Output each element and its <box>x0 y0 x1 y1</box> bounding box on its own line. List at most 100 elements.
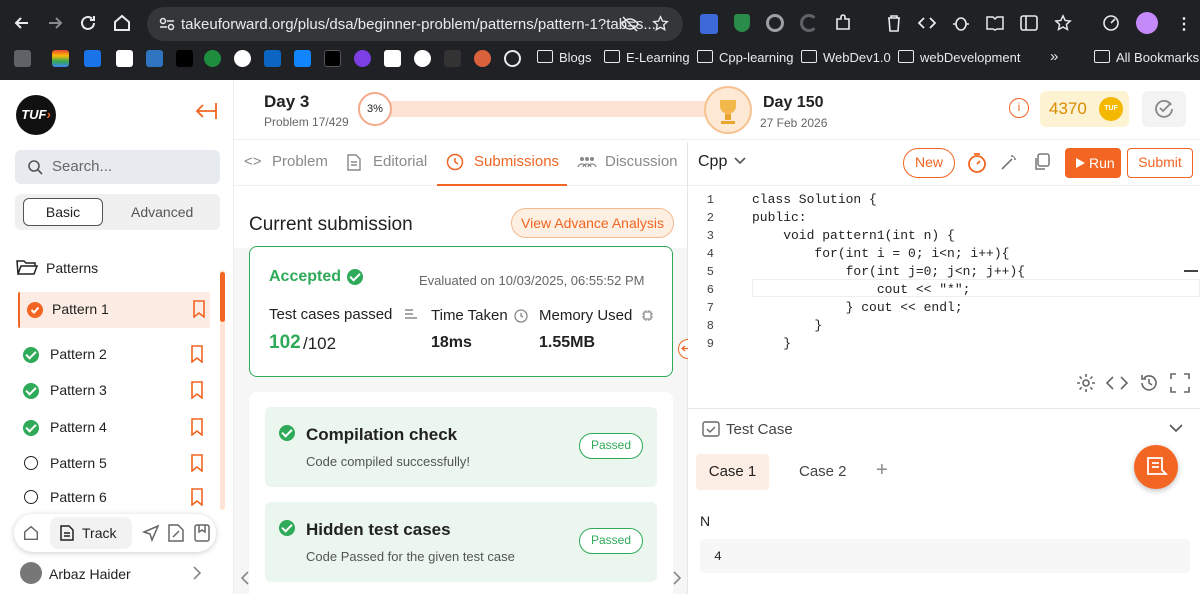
extension-icon[interactable] <box>700 14 718 34</box>
bookmark-icon[interactable] <box>190 488 204 506</box>
bookmark-v-icon[interactable] <box>234 50 251 67</box>
code-line[interactable]: } cout << endl; <box>752 300 963 315</box>
code-line[interactable]: } <box>752 336 791 351</box>
code-line[interactable]: for(int i = 0; i<n; i++){ <box>752 246 1009 261</box>
openai-icon[interactable] <box>504 50 521 67</box>
feedback-fab[interactable] <box>1134 445 1178 489</box>
sidebar-item-pattern-6[interactable]: Pattern 6 <box>18 480 210 516</box>
reload-icon[interactable] <box>78 13 98 33</box>
code-line[interactable]: class Solution { <box>752 192 877 207</box>
apps-grid-icon[interactable] <box>14 50 31 67</box>
bluesky-icon[interactable] <box>294 50 311 67</box>
sidebar-item-pattern-3[interactable]: Pattern 3 <box>18 373 210 409</box>
eye-off-icon[interactable] <box>621 16 639 32</box>
code-line[interactable]: } <box>752 318 822 333</box>
tuf-logo[interactable]: TUF› <box>16 95 56 135</box>
code-line[interactable]: cout << "*"; <box>752 282 971 297</box>
sidepanel-icon[interactable] <box>1020 14 1038 32</box>
code-editor[interactable]: 1 class Solution { 2 public: 3 void patt… <box>688 186 1200 360</box>
circle-extension-icon[interactable] <box>766 14 784 32</box>
bookmark-blogs[interactable]: Blogs <box>559 50 592 65</box>
bookmark-a-icon[interactable] <box>444 50 461 67</box>
copy-icon[interactable] <box>1033 153 1051 171</box>
section-title[interactable]: Patterns <box>46 260 98 276</box>
bookmark-webdevelopment[interactable]: webDevelopment <box>920 50 1020 65</box>
star-icon[interactable] <box>652 15 669 32</box>
address-bar[interactable]: takeuforward.org/plus/dsa/beginner-probl… <box>147 7 683 41</box>
puzzle-icon[interactable] <box>834 14 852 32</box>
case-tab-2[interactable]: Case 2 <box>799 463 847 480</box>
fullscreen-icon[interactable] <box>1170 373 1190 393</box>
sidebar-item-pattern-4[interactable]: Pattern 4 <box>18 410 210 446</box>
timer-icon[interactable] <box>966 152 988 174</box>
bookmark-icon[interactable] <box>190 345 204 363</box>
language-select[interactable]: Cpp <box>698 153 727 171</box>
bug-icon[interactable] <box>952 14 970 32</box>
info-icon[interactable]: i <box>1009 98 1029 118</box>
chevron-down-icon[interactable] <box>1169 424 1183 433</box>
bookmark-purple-icon[interactable] <box>354 50 371 67</box>
tab-submissions[interactable]: Submissions <box>437 142 567 186</box>
url-text[interactable]: takeuforward.org/plus/dsa/beginner-probl… <box>181 16 656 33</box>
coins-badge[interactable]: 4370 TUF <box>1040 91 1129 127</box>
reading-icon[interactable] <box>986 14 1004 32</box>
bookmark-elearning[interactable]: E-Learning <box>626 50 690 65</box>
bookmark-icon[interactable] <box>190 418 204 436</box>
complete-button[interactable] <box>1142 91 1186 127</box>
bookmark-green-icon[interactable] <box>204 50 221 67</box>
scrollbar-thumb[interactable] <box>220 272 225 322</box>
sidebar-item-pattern-1[interactable]: Pattern 1 <box>18 292 210 328</box>
chevron-right-icon[interactable] <box>672 571 682 585</box>
tab-editorial[interactable]: Editorial <box>343 142 433 186</box>
scrollbar-track[interactable] <box>220 270 225 510</box>
send-icon[interactable] <box>142 524 160 542</box>
sidebar-item-pattern-2[interactable]: Pattern 2 <box>18 337 210 373</box>
bookmark-burst-icon[interactable] <box>474 50 491 67</box>
shield-extension-icon[interactable] <box>734 14 750 32</box>
bookmark-panel-icon[interactable] <box>194 524 210 542</box>
sidebar-item-pattern-5[interactable]: Pattern 5 <box>18 446 210 482</box>
chevron-right-icon[interactable] <box>192 566 202 580</box>
bookmark-cpp-learning[interactable]: Cpp-learning <box>719 50 793 65</box>
param-input[interactable]: 4 <box>700 539 1190 573</box>
home-icon[interactable] <box>22 524 40 542</box>
bookmark-icon[interactable] <box>190 381 204 399</box>
google-apps-icon[interactable] <box>52 50 69 67</box>
tab-problem[interactable]: <> Problem <box>242 142 337 186</box>
run-button[interactable]: Run <box>1065 148 1121 178</box>
trash-icon[interactable] <box>886 14 902 32</box>
bookmark-star-icon[interactable] <box>1054 14 1072 32</box>
view-analysis-button[interactable]: View Advance Analysis <box>511 208 674 238</box>
bookmark-wp-icon[interactable] <box>146 50 163 67</box>
more-icon[interactable]: ⋮ <box>1176 14 1192 34</box>
settings-gear-icon[interactable] <box>1076 373 1096 393</box>
chevron-left-icon[interactable] <box>240 571 250 585</box>
case-tab-1[interactable]: Case 1 <box>696 454 769 490</box>
code-line[interactable]: void pattern1(int n) { <box>752 228 955 243</box>
submit-button[interactable]: Submit <box>1127 148 1193 178</box>
x-twitter-icon[interactable] <box>324 50 341 67</box>
code-line[interactable]: for(int j=0; j<n; j++){ <box>752 264 1025 279</box>
bookmark-icon[interactable] <box>190 454 204 472</box>
collapse-sidebar-icon[interactable] <box>194 102 218 120</box>
add-case-button[interactable]: + <box>876 459 888 482</box>
basic-toggle-button[interactable]: Basic <box>23 198 103 226</box>
history-icon[interactable] <box>1139 373 1159 393</box>
magic-wand-icon[interactable] <box>1000 153 1018 171</box>
note-edit-icon[interactable] <box>168 524 184 542</box>
code-brackets-icon[interactable] <box>1106 375 1128 391</box>
bookmark-webdev[interactable]: WebDev1.0 <box>823 50 891 65</box>
chevron-down-icon[interactable] <box>734 157 746 165</box>
user-name[interactable]: Arbaz Haider <box>49 566 131 582</box>
linkedin-icon[interactable] <box>264 50 281 67</box>
bookmark-r-icon[interactable] <box>384 50 401 67</box>
avatar[interactable] <box>20 562 42 584</box>
bookmark-site-icon[interactable] <box>84 50 101 67</box>
track-button[interactable]: Track <box>50 517 132 549</box>
profile-avatar[interactable] <box>1136 12 1158 34</box>
all-bookmarks[interactable]: All Bookmarks <box>1116 50 1199 65</box>
code-line[interactable]: public: <box>752 210 807 225</box>
site-info-icon[interactable] <box>159 17 175 31</box>
bookmark-icon[interactable] <box>192 300 206 318</box>
forward-icon[interactable] <box>45 13 65 33</box>
